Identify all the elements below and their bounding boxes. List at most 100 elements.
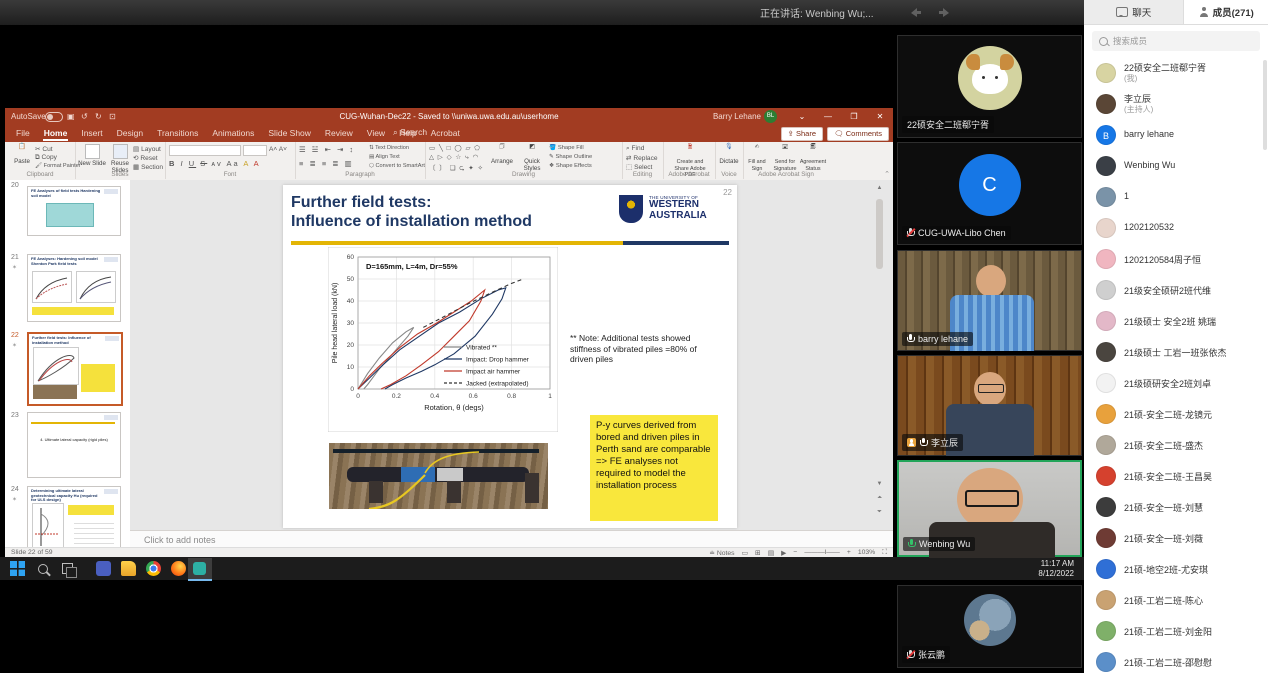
find-button[interactable]: ⌕ Find — [626, 145, 644, 153]
send-signature-button[interactable]: 🖃Send for Signature — [771, 144, 799, 172]
member-row[interactable]: 21硕-地空2班-尤安琪 — [1084, 554, 1268, 585]
ribbon-tab-home[interactable]: Home — [37, 125, 75, 142]
member-row[interactable]: 1 — [1084, 182, 1268, 213]
ribbon-search[interactable]: ⌕ Search — [393, 127, 427, 138]
taskbar-app-firefox-icon[interactable] — [171, 561, 186, 576]
restore-button[interactable]: ❐ — [841, 108, 867, 125]
underline-button[interactable]: U — [189, 159, 196, 168]
slide-scrollbar[interactable]: ▲ ▼ ⏶ ⏷ — [874, 185, 885, 525]
member-row[interactable]: 21级硕研安全2班刘卓 — [1084, 368, 1268, 399]
ribbon-tab-slide-show[interactable]: Slide Show — [261, 125, 318, 142]
reuse-slides-button[interactable]: Reuse Slides — [105, 144, 135, 174]
dictate-button[interactable]: 🎙Dictate — [714, 144, 744, 166]
taskbar-clock[interactable]: 11:17 AM 8/12/2022 — [1038, 559, 1074, 578]
replace-button[interactable]: ⇄ Replace — [626, 154, 658, 162]
video-tile-6[interactable]: 张云鹏 — [897, 585, 1082, 668]
video-tile-2[interactable]: C CUG-UWA-Libo Chen — [897, 142, 1082, 245]
member-row[interactable]: Bbarry lehane — [1084, 120, 1268, 151]
taskbar-search-icon[interactable] — [38, 564, 48, 574]
member-search-input[interactable]: 搜索成员 — [1092, 31, 1260, 51]
member-row[interactable]: 21硕-安全一班-刘慧 — [1084, 492, 1268, 523]
bold-button[interactable]: B — [169, 159, 176, 168]
agreement-status-button[interactable]: 🗐Agreement Status — [799, 144, 827, 172]
ribbon-tab-acrobat[interactable]: Acrobat — [424, 125, 467, 142]
smartart-button[interactable]: ⬡ Convert to SmartArt — [369, 163, 425, 169]
slideshow-view-icon[interactable]: ▶ — [781, 549, 786, 557]
fill-sign-button[interactable]: ✍Fill and Sign — [743, 144, 771, 172]
format-painter-button[interactable]: 🖌 Format Painter — [35, 163, 81, 169]
ribbon-display-button[interactable]: ⌄ — [789, 108, 815, 125]
member-row[interactable]: 21硕-工岩二班-陈心 — [1084, 585, 1268, 616]
notes-placeholder[interactable]: Click to add notes — [144, 535, 216, 545]
ribbon-tab-insert[interactable]: Insert — [74, 125, 109, 142]
next-slide-icon[interactable]: ⏷ — [874, 509, 885, 516]
font-name-select[interactable] — [169, 145, 241, 156]
member-row[interactable]: 21级安全硕研2班代维 — [1084, 275, 1268, 306]
previous-slide-icon[interactable]: ⏶ — [874, 495, 885, 502]
ribbon-tab-transitions[interactable]: Transitions — [150, 125, 205, 142]
tab-chat[interactable]: 聊天 — [1084, 0, 1184, 24]
start-button-icon[interactable] — [10, 561, 25, 576]
zoom-out-icon[interactable]: − — [793, 549, 797, 557]
normal-view-icon[interactable]: ▭ — [742, 549, 748, 557]
align-text-button[interactable]: ▤ Align Text — [369, 154, 400, 160]
member-row[interactable]: 21硕-安全二班-龙镜元 — [1084, 399, 1268, 430]
zoom-slider[interactable]: ———l—— — [804, 549, 840, 557]
member-row[interactable]: 21级硕士 安全2班 姚瑞 — [1084, 306, 1268, 337]
slide-thumbnail-20[interactable]: FE Analyses of field tests Hardening soi… — [27, 186, 121, 236]
taskbar-app-file-explorer-icon[interactable] — [121, 561, 136, 576]
select-button[interactable]: ⬚ Select — [626, 163, 652, 171]
member-row[interactable]: 1202120584周子恒 — [1084, 244, 1268, 275]
share-button[interactable]: ⇪ Share — [781, 127, 823, 141]
member-row[interactable]: 李立辰(主持人) — [1084, 89, 1268, 120]
taskbar-app-meeting-active[interactable] — [188, 558, 212, 581]
strikethrough-button[interactable]: S — [200, 159, 207, 168]
shape-outline-button[interactable]: ✎ Shape Outline — [549, 154, 592, 160]
shapes-gallery[interactable]: ▭ ╲ □ ◯ ▱ ⬠ — [429, 144, 481, 152]
ribbon-tab-file[interactable]: File — [9, 125, 37, 142]
taskbar-app-teams-icon[interactable] — [96, 561, 111, 576]
highlight-button[interactable]: A — [243, 159, 250, 168]
close-button[interactable]: ✕ — [867, 108, 893, 125]
slide-thumbnail-22-selected[interactable]: Further field tests: Influence of instal… — [27, 332, 123, 406]
member-row[interactable]: 21级硕士 工岩一班张依杰 — [1084, 337, 1268, 368]
section-button[interactable]: ▦ Section — [133, 163, 163, 171]
reading-view-icon[interactable]: ▤ — [768, 549, 774, 557]
taskbar-app-chrome-icon[interactable] — [146, 561, 161, 576]
zoom-percent[interactable]: 103% — [858, 549, 875, 557]
shape-fill-button[interactable]: 🪣 Shape Fill — [549, 145, 584, 151]
paste-button[interactable]: 📋Paste — [7, 144, 37, 166]
member-row[interactable]: 21硕-安全一班-刘薇 — [1084, 523, 1268, 554]
account-avatar[interactable]: BL — [764, 110, 777, 123]
reset-button[interactable]: ⟲ Reset — [133, 154, 158, 162]
char-spacing-button[interactable]: ᴀᴠ — [211, 159, 222, 168]
scroll-up-icon[interactable]: ▲ — [874, 185, 885, 191]
ribbon-tab-review[interactable]: Review — [318, 125, 360, 142]
annotation-arrow-icon[interactable] — [938, 7, 952, 18]
scrollbar-thumb[interactable] — [876, 199, 883, 269]
video-tile-4[interactable]: 李立辰 — [897, 355, 1082, 456]
member-row[interactable]: 21硕-工岩二班-刘金阳 — [1084, 616, 1268, 647]
account-name[interactable]: Barry Lehane — [713, 112, 761, 121]
arrange-button[interactable]: 🗇Arrange — [487, 144, 517, 166]
member-row[interactable]: 21硕-工岩二班-邵慰慰 — [1084, 647, 1268, 673]
italic-button[interactable]: I — [181, 159, 185, 168]
slide-thumbnail-23[interactable]: 4. Ultimate lateral capacity (rigid pile… — [27, 412, 121, 478]
new-slide-button[interactable]: New Slide — [77, 144, 107, 168]
member-row[interactable]: 1202120532 — [1084, 213, 1268, 244]
minimize-button[interactable]: — — [815, 108, 841, 125]
scroll-down-icon[interactable]: ▼ — [874, 481, 885, 487]
collapse-ribbon-icon[interactable]: ⌃ — [884, 170, 890, 178]
comments-button[interactable]: 🗨 Comments — [827, 127, 889, 141]
task-view-icon[interactable] — [62, 563, 73, 574]
member-list-scrollbar[interactable] — [1263, 60, 1267, 150]
member-row[interactable]: 21硕-安全二班-盛杰 — [1084, 430, 1268, 461]
slide-thumbnail-21[interactable]: FE Analyses: Hardening soil model Shento… — [27, 254, 121, 322]
layout-button[interactable]: ▤ Layout — [133, 145, 161, 153]
member-row[interactable]: 22硕安全二班郗宁胥(我) — [1084, 58, 1268, 89]
ribbon-tab-animations[interactable]: Animations — [205, 125, 261, 142]
ribbon-tab-design[interactable]: Design — [110, 125, 150, 142]
cut-button[interactable]: ✂ Cut — [35, 145, 53, 153]
font-color-button[interactable]: A — [254, 159, 261, 168]
grow-shrink-font[interactable]: A˄ A˅ — [269, 146, 287, 153]
